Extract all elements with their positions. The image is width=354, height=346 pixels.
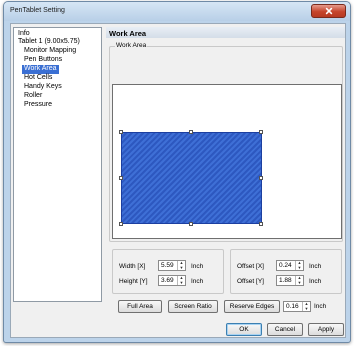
- offset-x-unit: Inch: [309, 263, 322, 270]
- offset-x-down-arrow[interactable]: ▼: [296, 265, 303, 271]
- tree-item-pressure[interactable]: Pressure: [22, 101, 54, 110]
- height-label: Height [Y]: [119, 278, 148, 285]
- offset-x-value: 0.24: [279, 262, 292, 269]
- cancel-button[interactable]: Cancel: [267, 323, 303, 336]
- ok-button[interactable]: OK: [226, 323, 262, 336]
- settings-tree: Info Tablet 1 (9.00x5.75) Monitor Mappin…: [13, 27, 102, 302]
- work-area-group-label: Work Area: [115, 42, 148, 49]
- tree-item-work-area[interactable]: Work Area: [22, 65, 59, 74]
- tablet-preview: [112, 84, 342, 239]
- tree-item-roller[interactable]: Roller: [22, 92, 44, 101]
- width-stepper[interactable]: 5.59 ▲ ▼: [158, 260, 186, 271]
- resize-handle-bottom[interactable]: [189, 222, 193, 226]
- offset-x-label: Offset [X]: [237, 263, 264, 270]
- resize-handle-right[interactable]: [259, 176, 263, 180]
- offset-y-stepper[interactable]: 1.88 ▲ ▼: [276, 275, 304, 286]
- width-value: 5.59: [161, 262, 174, 269]
- reserve-edges-unit: Inch: [314, 303, 327, 310]
- settings-window: PenTablet Setting Info Tablet 1 (9.00x5.…: [3, 1, 351, 343]
- width-label: Width [X]: [119, 263, 146, 270]
- resize-handle-bottom-right[interactable]: [259, 222, 263, 226]
- tree-item-pen-buttons[interactable]: Pen Buttons: [22, 56, 64, 65]
- reserve-edges-value: 0.16: [286, 303, 299, 310]
- reserve-down-arrow[interactable]: ▼: [303, 306, 310, 312]
- apply-button[interactable]: Apply: [308, 323, 344, 336]
- tree-item-monitor-mapping[interactable]: Monitor Mapping: [22, 47, 78, 56]
- offset-x-stepper[interactable]: 0.24 ▲ ▼: [276, 260, 304, 271]
- height-stepper[interactable]: 3.69 ▲ ▼: [158, 275, 186, 286]
- full-area-button[interactable]: Full Area: [118, 300, 162, 313]
- size-group: Width [X] 5.59 ▲ ▼ Inch Height [Y] 3.69 ▲…: [112, 249, 224, 294]
- width-unit: Inch: [191, 263, 204, 270]
- title-bar[interactable]: PenTablet Setting: [4, 2, 350, 21]
- work-area-group: Work Area: [109, 42, 343, 242]
- offset-group: Offset [X] 0.24 ▲ ▼ Inch Offset [Y] 1.88 …: [230, 249, 342, 294]
- tree-item-tablet[interactable]: Tablet 1 (9.00x5.75): [16, 38, 82, 47]
- resize-handle-bottom-left[interactable]: [119, 222, 123, 226]
- offset-y-down-arrow[interactable]: ▼: [296, 280, 303, 286]
- tree-item-handy-keys[interactable]: Handy Keys: [22, 83, 64, 92]
- screen-ratio-button[interactable]: Screen Ratio: [168, 300, 218, 313]
- resize-handle-top[interactable]: [189, 130, 193, 134]
- window-title: PenTablet Setting: [10, 7, 65, 14]
- width-down-arrow[interactable]: ▼: [178, 265, 185, 271]
- reserve-edges-stepper[interactable]: 0.16 ▲ ▼: [283, 301, 311, 312]
- height-value: 3.69: [161, 277, 174, 284]
- offset-y-label: Offset [Y]: [237, 278, 264, 285]
- dialog-client: Info Tablet 1 (9.00x5.75) Monitor Mappin…: [10, 23, 346, 338]
- offset-y-unit: Inch: [309, 278, 322, 285]
- height-down-arrow[interactable]: ▼: [178, 280, 185, 286]
- close-icon: [325, 7, 332, 15]
- tree-item-hot-cells[interactable]: Hot Cells: [22, 74, 54, 83]
- resize-handle-top-right[interactable]: [259, 130, 263, 134]
- work-area-panel: Work Area Work Area Width [X] 5.59 ▲ ▼ I…: [106, 27, 345, 321]
- reserve-edges-button[interactable]: Reserve Edges: [224, 300, 280, 313]
- height-unit: Inch: [191, 278, 204, 285]
- resize-handle-top-left[interactable]: [119, 130, 123, 134]
- work-area-rectangle[interactable]: [121, 132, 262, 224]
- offset-y-value: 1.88: [279, 277, 292, 284]
- panel-title: Work Area: [106, 27, 345, 38]
- resize-handle-left[interactable]: [119, 176, 123, 180]
- close-button[interactable]: [311, 4, 346, 18]
